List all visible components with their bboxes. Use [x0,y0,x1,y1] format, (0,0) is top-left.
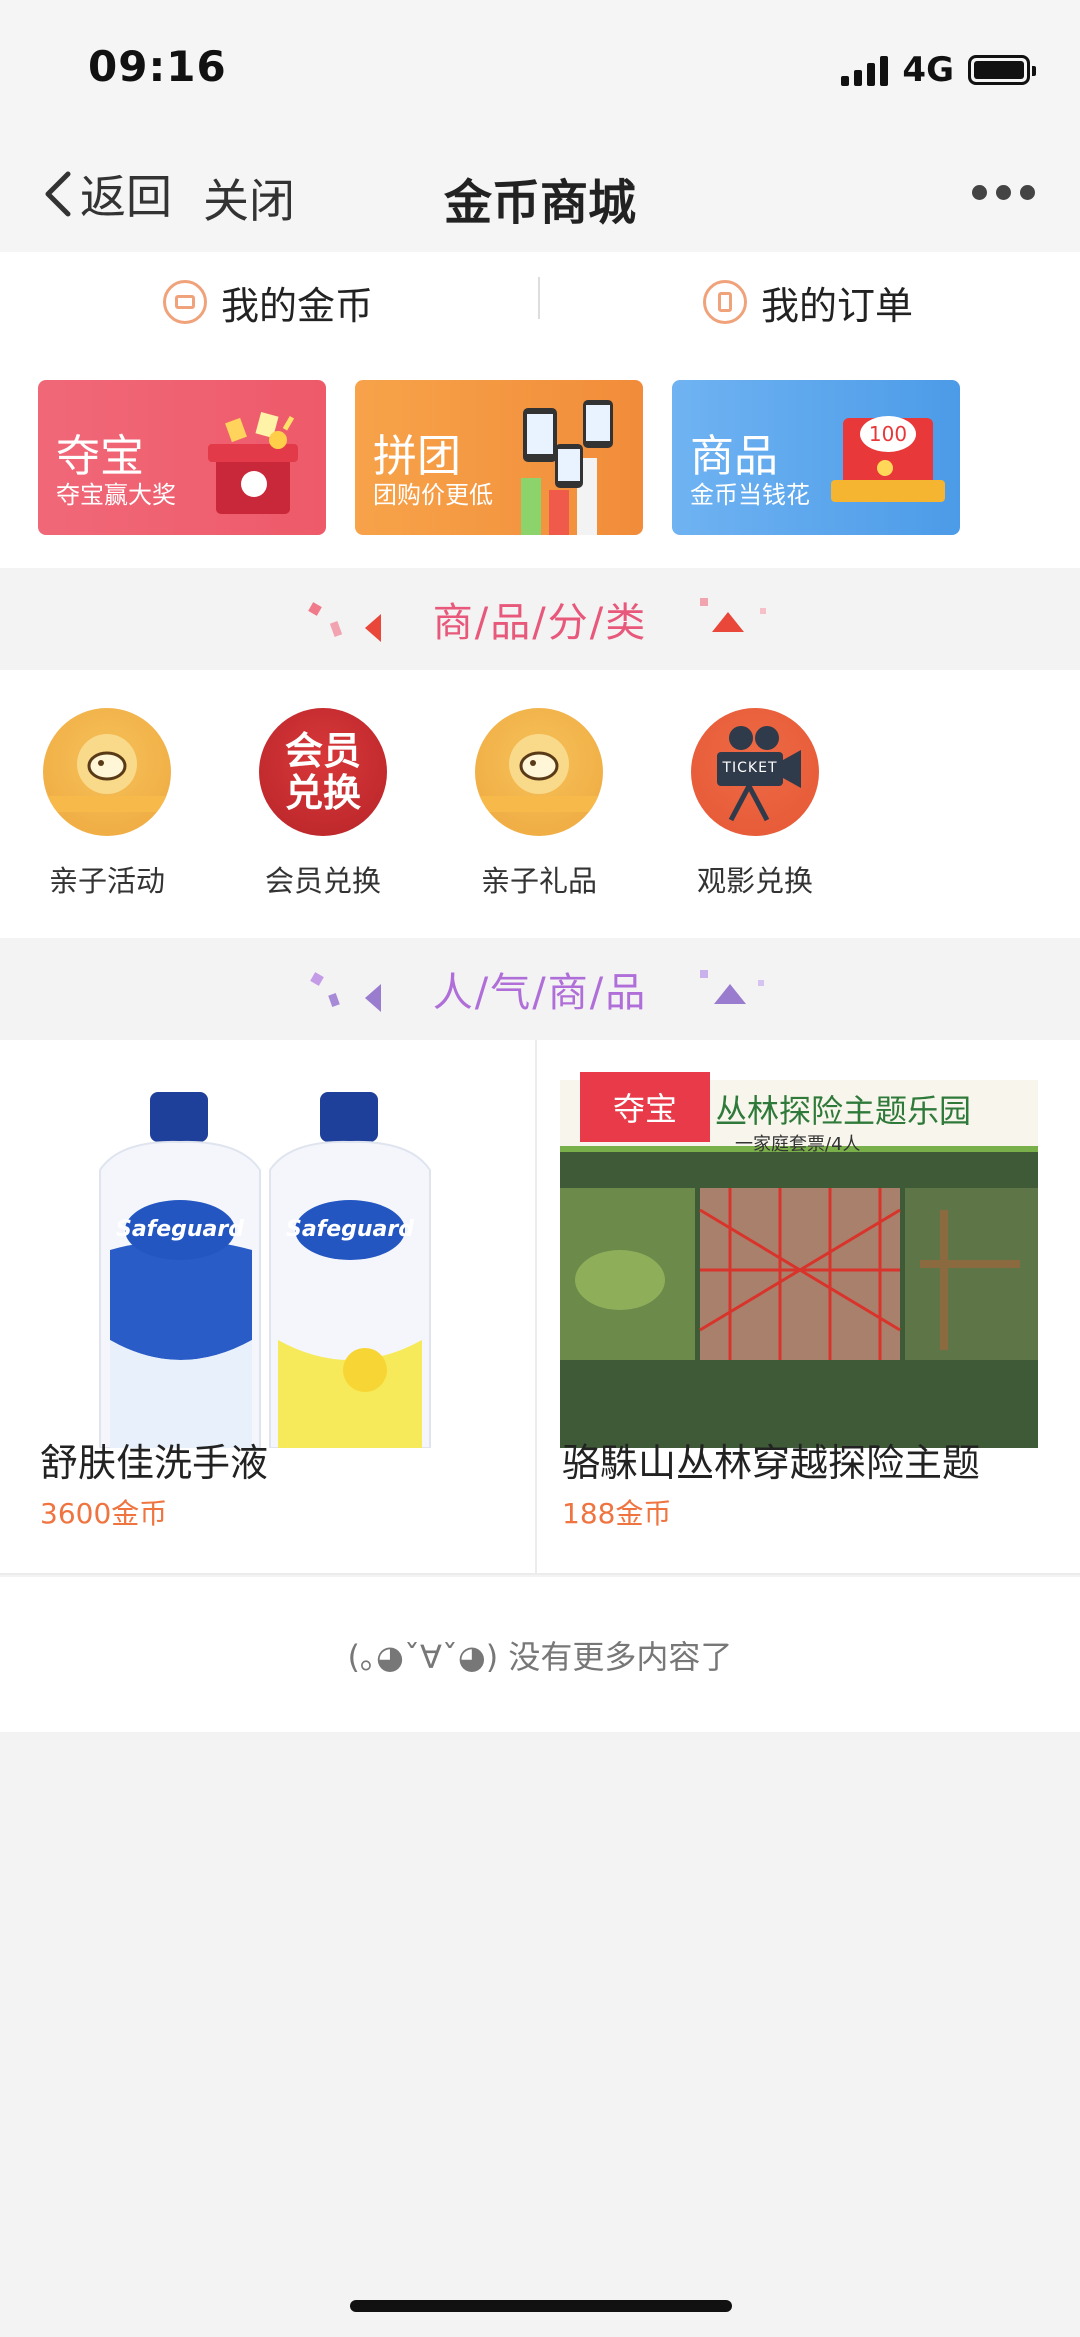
kids-gift-icon [475,708,603,836]
battery-icon [968,55,1036,85]
product-name: 骆駯山丛林穿越探险主题 [562,1441,981,1485]
category-item[interactable]: 亲子活动 [17,708,197,900]
hand-wash-image: Safeguard Safeguard [20,1080,515,1449]
decor-shape [758,980,764,986]
gift-box-icon [208,412,298,514]
my-orders-tab[interactable]: 我的订单 [703,272,913,332]
product-card[interactable]: 夺宝 丛林探险主题乐园 一家庭套票/4人 骆駯山丛林穿越探险主题 188金币 [537,1040,1072,1575]
category-label: 亲子活动 [48,864,165,898]
banner-products[interactable]: 商品 金币当钱花 100 [672,380,960,535]
svg-text:Safeguard: Safeguard [286,1217,414,1242]
no-more-content: (｡◕ˇ∀ˇ◕) 没有更多内容了 [0,1577,1080,1732]
decor-shape [700,970,708,978]
phones-icon [521,400,613,535]
category-title-text: 商/品/分/类 [432,600,648,646]
signal-icon [841,54,889,86]
product-price: 188金币 [562,1497,672,1530]
popular-section-title: 人/气/商/品 [0,938,1080,1040]
home-indicator[interactable] [350,2300,732,2312]
banner-subtitle: 夺宝赢大奖 [56,481,176,509]
more-dot-icon [972,185,987,200]
product-price: 3600金币 [40,1497,168,1530]
network-type: 4G [902,50,954,90]
product-grid: Safeguard Safeguard 舒肤佳洗手液 3600金币 夺宝 丛林探… [0,1040,1080,1575]
svg-text:100: 100 [869,422,907,446]
banner-group-buy[interactable]: 拼团 团购价更低 [355,380,643,535]
ticket-icon-text: TICKET [722,760,778,776]
more-dot-icon [996,185,1011,200]
more-dot-icon [1020,185,1035,200]
page-title: 金币商城 [443,175,636,231]
my-coins-label: 我的金币 [221,283,374,328]
svg-text:Safeguard: Safeguard [116,1217,244,1242]
category-item[interactable]: TICKET 观影兑换 [665,708,845,900]
banner-subtitle: 团购价更低 [373,481,493,509]
product-card[interactable]: Safeguard Safeguard 舒肤佳洗手液 3600金币 [0,1040,535,1575]
decor-shape [308,602,322,616]
product-name: 舒肤佳洗手液 [40,1441,269,1485]
movie-camera-icon: TICKET [691,708,819,836]
decor-shape [365,984,381,1012]
decor-shape [328,992,340,1008]
decor-shape [714,984,746,1004]
jungle-banner-subtitle: 一家庭套票/4人 [735,1134,861,1155]
treasure-badge: 夺宝 [580,1072,710,1142]
decor-shape [310,972,324,986]
top-panel: 我的金币 我的订单 夺宝 夺宝赢大奖 拼团 团购价更低 商品 金币当钱花 100 [0,252,1080,592]
status-bar: 09:16 4G [0,0,1080,135]
jungle-banner-title: 丛林探险主题乐园 [715,1092,972,1130]
popular-title-text: 人/气/商/品 [432,970,648,1016]
category-list: 亲子活动 会员兑换 会员兑换 亲子礼品 TICKET 观影兑换 [0,670,1080,938]
tab-divider [538,277,540,319]
kids-activity-icon [43,708,171,836]
category-label: 观影兑换 [696,864,813,898]
red-envelope-icon: 100 [831,416,945,502]
banner-subtitle: 金币当钱花 [690,481,810,509]
decor-shape [700,598,708,606]
order-icon [703,280,747,324]
wallet-icon [163,280,207,324]
category-item[interactable]: 亲子礼品 [449,708,629,900]
decor-shape [760,608,766,614]
my-coins-tab[interactable]: 我的金币 [163,272,373,332]
member-exchange-icon: 会员兑换 [259,708,387,836]
status-time: 09:16 [88,42,227,91]
category-label: 会员兑换 [264,864,381,898]
banner-treasure[interactable]: 夺宝 夺宝赢大奖 [38,380,326,535]
decor-shape [329,621,343,637]
my-orders-label: 我的订单 [761,283,914,328]
status-icons: 4G [841,50,1036,90]
category-item[interactable]: 会员兑换 会员兑换 [233,708,413,900]
member-exchange-icon-text: 会员兑换 [284,729,361,815]
decor-shape [365,614,381,642]
decor-shape [712,612,744,632]
category-label: 亲子礼品 [480,864,597,898]
category-section-title: 商/品/分/类 [0,568,1080,670]
nav-bar: 返回 关闭 金币商城 [0,135,1080,252]
more-options-button[interactable] [972,185,1035,200]
jungle-park-image: 夺宝 丛林探险主题乐园 一家庭套票/4人 [560,1072,1055,1448]
